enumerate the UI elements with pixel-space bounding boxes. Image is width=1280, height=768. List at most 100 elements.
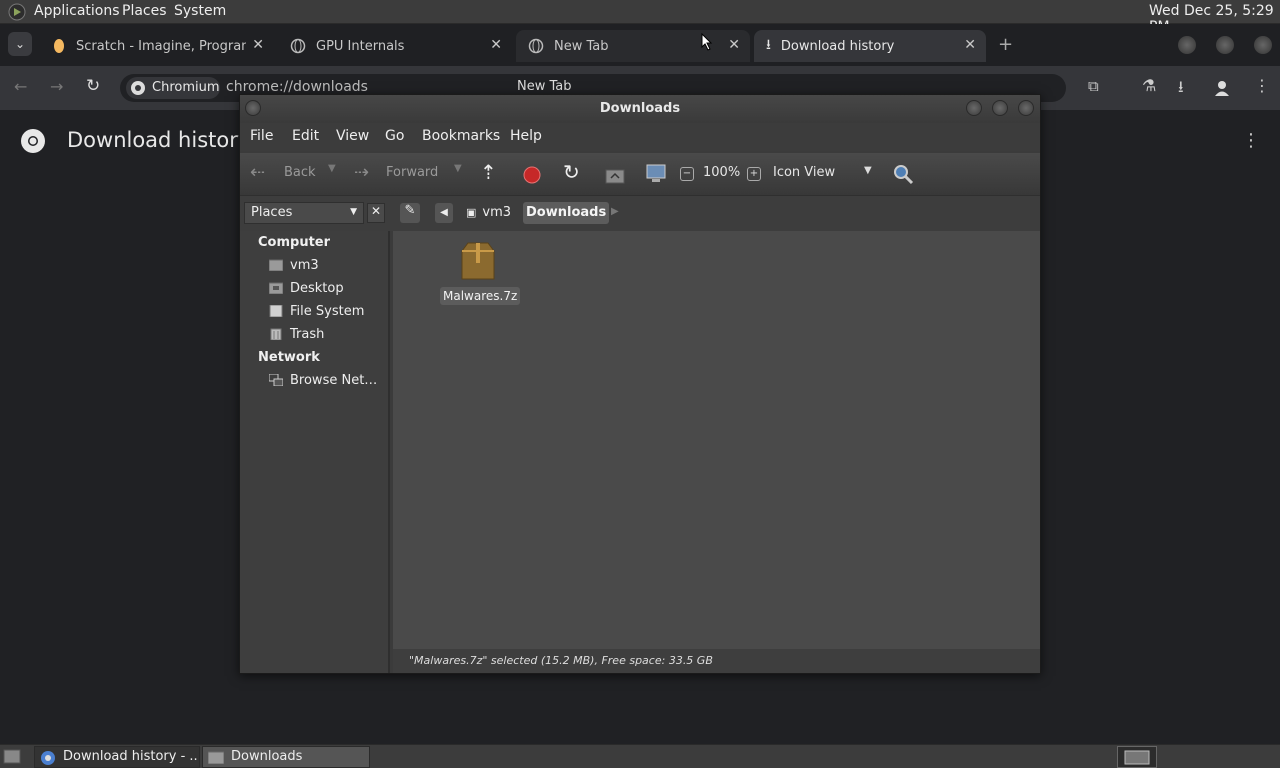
home-folder-icon: [269, 259, 283, 271]
window-titlebar[interactable]: Downloads: [240, 95, 1040, 123]
globe-icon: [528, 38, 544, 54]
forward-arrow-icon[interactable]: →: [50, 77, 63, 96]
close-icon[interactable]: ✕: [252, 37, 264, 53]
menu-go[interactable]: Go: [385, 128, 404, 144]
page-title: Download history: [67, 128, 251, 152]
distro-logo-icon[interactable]: [8, 3, 26, 21]
zoom-in-icon[interactable]: +: [747, 167, 761, 181]
minimize-button[interactable]: [1178, 36, 1196, 54]
search-icon[interactable]: [892, 163, 914, 185]
more-actions-icon[interactable]: ⋮: [1242, 130, 1260, 151]
tab-search-button[interactable]: ⌄: [8, 32, 32, 56]
chevron-down-icon[interactable]: ▼: [328, 163, 336, 174]
new-tab-button[interactable]: +: [998, 34, 1013, 55]
maximize-button[interactable]: [1216, 36, 1234, 54]
sidebar-item-file-system[interactable]: File System: [290, 304, 364, 319]
tab-gpu-internals[interactable]: GPU Internals ✕: [278, 30, 512, 62]
omnibox-suggestion[interactable]: New Tab: [517, 79, 572, 94]
extensions-icon[interactable]: ⧉: [1088, 77, 1099, 95]
globe-icon: [290, 38, 306, 54]
close-sidebar-icon[interactable]: ✕: [367, 203, 385, 223]
menu-applications[interactable]: Applications: [34, 3, 120, 19]
sidebar-type-select[interactable]: Places ▼: [244, 202, 364, 224]
mouse-cursor-icon: [701, 33, 713, 51]
top-panel: Applications Places System Wed Dec 25, 5…: [0, 0, 1280, 35]
forward-button[interactable]: Forward: [386, 165, 438, 180]
back-arrow-icon[interactable]: ←: [14, 77, 27, 96]
path-button-downloads[interactable]: Downloads: [523, 202, 610, 224]
back-button[interactable]: Back: [284, 165, 316, 180]
path-label: vm3: [482, 205, 512, 220]
edit-location-icon[interactable]: ✎: [400, 203, 420, 223]
forward-arrow-icon[interactable]: ⇢: [354, 162, 369, 183]
sidebar-item-trash[interactable]: Trash: [290, 327, 324, 342]
close-icon[interactable]: ✕: [490, 37, 502, 53]
view-mode-select[interactable]: Icon View: [773, 165, 835, 180]
menu-system[interactable]: System: [174, 3, 226, 19]
path-left-arrow-icon[interactable]: ◀: [435, 203, 453, 223]
close-button[interactable]: [1018, 100, 1034, 116]
status-text: "Malwares.7z" selected (15.2 MB), Free s…: [409, 654, 713, 667]
menu-help[interactable]: Help: [510, 128, 542, 144]
back-arrow-icon[interactable]: ⇠: [250, 162, 265, 183]
file-manager-window: Downloads File Edit View Go Bookmarks He…: [239, 94, 1041, 674]
site-chip[interactable]: Chromium: [126, 77, 220, 99]
reload-icon[interactable]: ↻: [563, 160, 580, 184]
network-icon: [269, 374, 283, 386]
up-arrow-icon[interactable]: ⇡: [480, 160, 497, 184]
workspace-switcher[interactable]: [1117, 746, 1157, 768]
profile-icon[interactable]: [1213, 79, 1231, 97]
menu-edit[interactable]: Edit: [292, 128, 319, 144]
path-label: Downloads: [526, 205, 607, 220]
desktop-folder-icon: [269, 282, 283, 294]
home-folder-icon[interactable]: [605, 166, 625, 184]
computer-icon[interactable]: [645, 163, 667, 185]
file-icon-view[interactable]: Malwares.7z: [393, 231, 1040, 649]
tab-label: Download history: [780, 38, 895, 54]
path-button-vm3[interactable]: ▣ vm3: [460, 202, 517, 224]
tab-scratch[interactable]: Scratch - Imagine, Program ✕: [40, 30, 274, 62]
window-menu-button[interactable]: [245, 100, 261, 116]
tab-label: GPU Internals: [316, 38, 405, 54]
sidebar-item-vm3[interactable]: vm3: [290, 258, 319, 273]
downloads-icon[interactable]: ⭳: [1178, 76, 1184, 103]
taskbar-item-downloads[interactable]: Downloads: [202, 746, 370, 768]
close-icon[interactable]: ✕: [728, 37, 740, 53]
drive-icon: [269, 305, 283, 317]
menu-bookmarks[interactable]: Bookmarks: [422, 128, 500, 144]
site-chip-label: Chromium: [152, 80, 220, 95]
tab-download-history[interactable]: ⭳ Download history ✕: [754, 30, 986, 62]
sidebar-item-browse-network[interactable]: Browse Net…: [290, 373, 377, 388]
workspace-window-icon: [1124, 750, 1150, 765]
menu-file[interactable]: File: [250, 128, 273, 144]
menu-places[interactable]: Places: [122, 3, 167, 19]
chevron-down-icon: ▼: [350, 207, 357, 217]
chromium-icon: [41, 751, 55, 765]
reload-icon[interactable]: ↻: [86, 76, 100, 96]
maximize-button[interactable]: [992, 100, 1008, 116]
chevron-down-icon[interactable]: ▼: [864, 165, 872, 176]
file-item[interactable]: Malwares.7z: [438, 241, 521, 309]
chromium-logo-icon: [21, 129, 45, 153]
url-text[interactable]: chrome://downloads: [226, 79, 368, 95]
zoom-out-icon[interactable]: −: [680, 167, 694, 181]
sidebar-item-desktop[interactable]: Desktop: [290, 281, 344, 296]
minimize-button[interactable]: [966, 100, 982, 116]
file-name: Malwares.7z: [440, 287, 521, 305]
taskbar-label: Download history - ...: [63, 749, 200, 764]
menu-view[interactable]: View: [336, 128, 369, 144]
close-icon[interactable]: ✕: [964, 37, 976, 53]
show-desktop-icon[interactable]: [3, 749, 21, 764]
taskbar-item-download-history[interactable]: Download history - ...: [34, 746, 200, 768]
menubar: File Edit View Go Bookmarks Help: [240, 123, 1040, 151]
tab-new-tab[interactable]: New Tab ✕: [516, 30, 750, 62]
sidebar-heading-computer: Computer: [258, 235, 331, 250]
tab-strip: ⌄ Scratch - Imagine, Program ✕ GPU Inter…: [0, 24, 1280, 66]
chevron-down-icon[interactable]: ▼: [454, 163, 462, 174]
sidebar-type-label: Places: [251, 205, 293, 220]
stop-icon[interactable]: [523, 166, 541, 184]
menu-kebab-icon[interactable]: ⋮: [1254, 76, 1270, 95]
labs-flask-icon[interactable]: ⚗: [1142, 76, 1156, 95]
close-window-button[interactable]: [1254, 36, 1272, 54]
path-right-arrow-icon[interactable]: ▶: [611, 206, 619, 217]
